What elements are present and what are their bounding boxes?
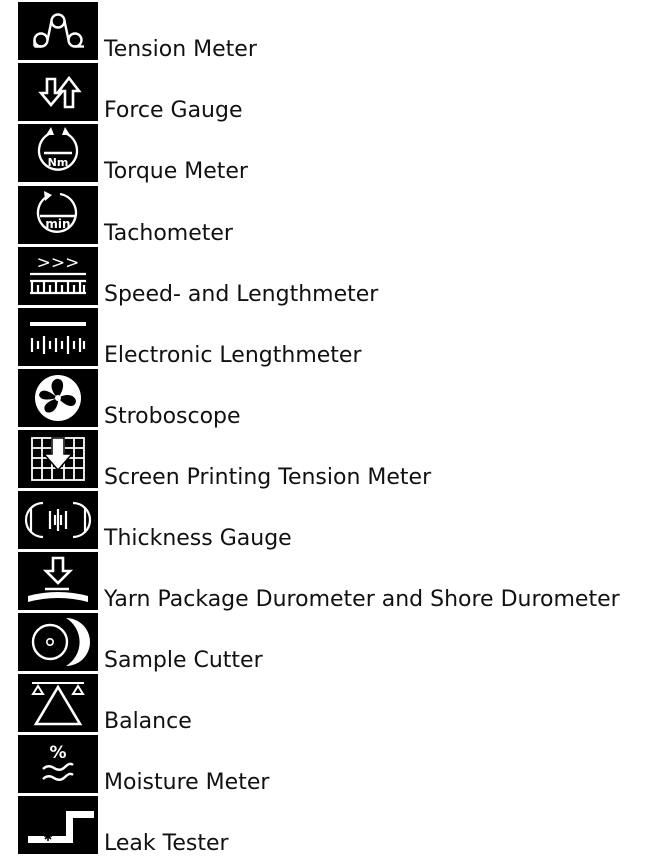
- durometer-icon: [18, 552, 98, 610]
- stroboscope-icon: [18, 369, 98, 427]
- electronic-lengthmeter-icon: [18, 308, 98, 366]
- sample-cutter-icon: [18, 613, 98, 671]
- category-item-stroboscope[interactable]: Stroboscope: [0, 369, 664, 431]
- category-item-balance[interactable]: Balance: [0, 674, 664, 736]
- category-label: Moisture Meter: [104, 770, 270, 795]
- category-item-moisture-meter[interactable]: % Moisture Meter: [0, 735, 664, 797]
- category-label: Thickness Gauge: [104, 526, 292, 551]
- speed-arrows-text: >>>: [37, 253, 80, 273]
- category-label: Screen Printing Tension Meter: [104, 465, 432, 490]
- moisture-percent-text: %: [49, 743, 66, 763]
- balance-icon: [18, 674, 98, 732]
- category-label: Electronic Lengthmeter: [104, 343, 362, 368]
- tachometer-unit-text: min: [45, 217, 70, 231]
- leak-tester-icon: [18, 796, 98, 854]
- category-label: Leak Tester: [104, 831, 229, 856]
- tachometer-icon: min: [18, 186, 98, 244]
- category-item-speed-lengthmeter[interactable]: >>> Speed- and Lengthmeter: [0, 247, 664, 309]
- category-label: Yarn Package Durometer and Shore Duromet…: [104, 587, 620, 612]
- torque-meter-icon: Nm: [18, 124, 98, 182]
- category-item-force-gauge[interactable]: Force Gauge: [0, 63, 664, 125]
- category-label: Tension Meter: [104, 37, 257, 62]
- moisture-meter-icon: %: [18, 735, 98, 793]
- category-item-sample-cutter[interactable]: Sample Cutter: [0, 613, 664, 675]
- category-label: Balance: [104, 709, 192, 734]
- category-label: Tachometer: [104, 221, 233, 246]
- force-gauge-icon: [18, 63, 98, 121]
- category-item-electronic-lengthmeter[interactable]: Electronic Lengthmeter: [0, 308, 664, 370]
- speed-lengthmeter-icon: >>>: [18, 247, 98, 305]
- category-label: Stroboscope: [104, 404, 241, 429]
- screen-printing-icon: [18, 430, 98, 488]
- category-item-durometer[interactable]: Yarn Package Durometer and Shore Duromet…: [0, 552, 664, 614]
- category-label: Speed- and Lengthmeter: [104, 282, 379, 307]
- category-label: Torque Meter: [104, 159, 248, 184]
- category-label: Sample Cutter: [104, 648, 263, 673]
- category-label: Force Gauge: [104, 98, 243, 123]
- category-item-tension-meter[interactable]: Tension Meter: [0, 2, 664, 64]
- category-item-tachometer[interactable]: min Tachometer: [0, 186, 664, 248]
- category-item-leak-tester[interactable]: Leak Tester: [0, 796, 664, 858]
- category-item-screen-printing-tension-meter[interactable]: Screen Printing Tension Meter: [0, 430, 664, 492]
- thickness-gauge-icon: [18, 491, 98, 549]
- torque-unit-text: Nm: [48, 156, 69, 169]
- tension-meter-icon: [18, 2, 98, 60]
- category-item-torque-meter[interactable]: Nm Torque Meter: [0, 124, 664, 186]
- category-item-thickness-gauge[interactable]: Thickness Gauge: [0, 491, 664, 553]
